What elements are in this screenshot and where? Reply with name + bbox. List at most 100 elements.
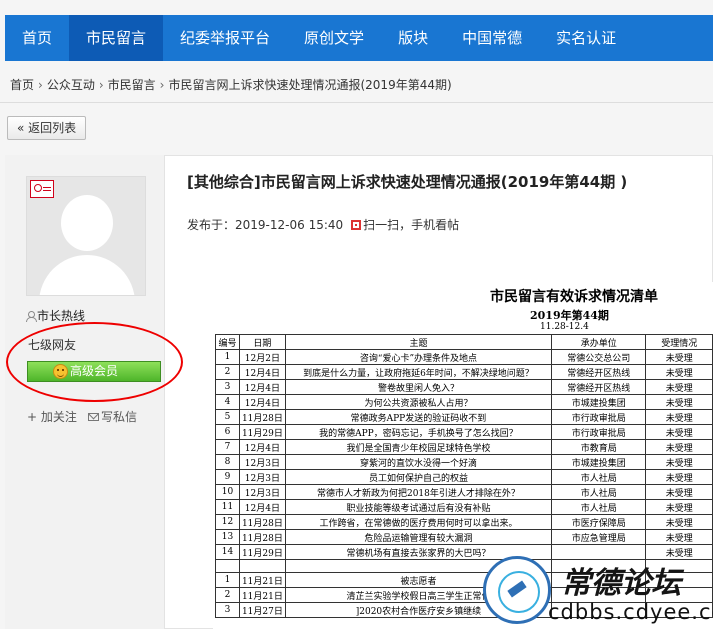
header-cell: 受理情况 [645,334,713,350]
report-title: 市民留言有效诉求情况清单 [490,289,658,305]
table-cell: 到底是什么力量，让政府拖延6年时间，不解决绿地问题？ [284,364,553,380]
table-cell: 5 [215,409,240,425]
table-cell: 市城建投集团 [551,394,647,410]
table-cell: 12月3日 [238,484,286,500]
table-cell: 12月4日 [238,364,286,380]
breadcrumb-current-post[interactable]: 市民留言网上诉求快速处理情况通报(2019年第44期) [168,78,451,92]
header-cell: 主题 [284,334,553,350]
table-cell: 未受理 [645,439,713,455]
table-cell: 工作跨省，在常德做的医疗费用何时可以拿出来。 [284,514,553,530]
back-to-list-button[interactable]: « 返回列表 [7,116,87,140]
nav-home[interactable]: 首页 [5,15,69,61]
table-cell: 常德公交总公司 [551,349,647,365]
table-cell: 我的常德APP，密码忘记，手机换号了怎么找回？ [284,424,553,440]
author-name[interactable]: 市长热线 [26,307,85,324]
table-cell: 员工如何保护自己的权益 [284,469,553,485]
table-cell: 为何公共资源被私人占用？ [284,394,553,410]
table-cell: 穿紫河的直饮水没得一个好滴 [284,454,553,470]
table-cell: 9 [215,469,240,485]
table-cell: 12月4日 [238,394,286,410]
table-row: 4 12月4日 为何公共资源被私人占用？ 市城建投集团 未受理 [215,394,713,410]
table-cell: 2 [215,364,240,380]
table-cell: 市教育局 [551,439,647,455]
scan-mobile-link[interactable]: 扫一扫，手机看帖 [363,218,459,232]
table-cell: 市人社局 [551,484,647,500]
table-cell: 未受理 [645,364,713,380]
table-cell: 未受理 [645,424,713,440]
table-cell: 市人社局 [551,499,647,515]
table-row: 13 11月28日 危险品运输管理有较大漏洞 市应急管理局 未受理 [215,529,713,545]
table-cell: 12月3日 [238,454,286,470]
posted-at-label: 发布于： [187,218,236,232]
table-cell: 10 [215,484,240,500]
table-cell: 3 [215,379,240,395]
watermark-url: cdbbs.cdyee.com [548,600,713,624]
breadcrumb-public-interaction[interactable]: 公众互动 [47,78,95,92]
mail-icon [88,413,99,421]
table-row: 11 12月4日 职业技能等级考试通过后有没有补贴 市人社局 未受理 [215,499,713,515]
table-cell: 未受理 [645,529,713,545]
breadcrumb-citizen-messages[interactable]: 市民留言 [108,78,156,92]
nav-discipline-report[interactable]: 纪委举报平台 [163,15,287,61]
post-meta: 发布于：2019-12-06 15:40 扫一扫，手机看帖 [187,216,459,233]
follow-button[interactable]: + 加关注 [27,408,77,425]
table-row: 6 11月29日 我的常德APP，密码忘记，手机换号了怎么找回？ 市行政审批局 未受理 [215,424,713,440]
table-cell: 12月2日 [238,349,286,365]
private-message-button[interactable]: 写私信 [88,408,137,425]
nav-boards[interactable]: 版块 [381,15,445,61]
header-cell: 日期 [238,334,286,350]
table-cell: 6 [215,424,240,440]
table-row: 12 11月28日 工作跨省，在常德做的医疗费用何时可以拿出来。 市医疗保障局 未受理 [215,514,713,530]
header-cell: 编号 [215,334,240,350]
table-cell: 市行政审批局 [551,409,647,425]
table-cell: 12月4日 [238,499,286,515]
nav-china-changde[interactable]: 中国常德 [445,15,539,61]
table-cell: 11月28日 [238,514,286,530]
table-cell: 11月28日 [238,409,286,425]
table-cell: 未受理 [645,514,713,530]
table-cell: 未受理 [645,409,713,425]
table-cell: 12月4日 [238,379,286,395]
table-cell: 我们是全国青少年校园足球特色学校 [284,439,553,455]
table-row: 2 12月4日 到底是什么力量，让政府拖延6年时间，不解决绿地问题？ 常德经开区热线未… [215,364,713,380]
nav-real-name-auth[interactable]: 实名认证 [539,15,633,61]
table-cell: 2 [215,587,240,603]
breadcrumb: 首页 › 公众互动 › 市民留言 › 市民留言网上诉求快速处理情况通报(2019年第44期) [10,78,452,92]
report-header-row: 编号 日期 主题 承办单位 受理情况 [215,334,713,350]
breadcrumb-home[interactable]: 首页 [10,78,34,92]
table-cell: 12月4日 [238,439,286,455]
table-cell: 11月29日 [238,424,286,440]
author-name-text[interactable]: 市长热线 [37,309,85,323]
table-row: 9 12月3日 员工如何保护自己的权益 市人社局 未受理 [215,469,713,485]
table-cell: 未受理 [645,454,713,470]
table-cell: 4 [215,394,240,410]
table-cell: 市人社局 [551,469,647,485]
table-cell: 12 [215,514,240,530]
table-cell: 未受理 [645,469,713,485]
id-card-icon[interactable] [30,180,54,198]
table-cell: 职业技能等级考试通过后有没有补贴 [284,499,553,515]
post-title: [其他综合]市民留言网上诉求快速处理情况通报(2019年第44期 ) [187,173,628,191]
table-cell: 市应急管理局 [551,529,647,545]
nav-citizen-messages[interactable]: 市民留言 [69,15,164,61]
table-cell: 常德政务APP发送的验证码收不到 [284,409,553,425]
posted-at: 2019-12-06 15:40 [235,218,344,232]
table-cell: 11月29日 [238,544,286,560]
table-cell: 11 [215,499,240,515]
table-cell: 市医疗保障局 [551,514,647,530]
private-message-label: 写私信 [101,410,138,424]
table-cell: 危险品运输管理有较大漏洞 [284,529,553,545]
table-cell: 1 [215,572,240,588]
table-cell: 市行政审批局 [551,424,647,440]
table-row: 3 12月4日 警卷故里闲人免入？ 常德经开区热线 未受理 [215,379,713,395]
table-cell: 未受理 [645,349,713,365]
table-cell: 14 [215,544,240,560]
qr-code-icon[interactable] [351,220,362,230]
table-cell: 11月28日 [238,529,286,545]
table-cell: 市城建投集团 [551,454,647,470]
table-cell: 1 [215,349,240,365]
table-row: 7 12月4日 我们是全国青少年校园足球特色学校 市教育局 未受理 [215,439,713,455]
nav-original-literature[interactable]: 原创文学 [287,15,381,61]
table-cell: 8 [215,454,240,470]
table-cell: 13 [215,529,240,545]
